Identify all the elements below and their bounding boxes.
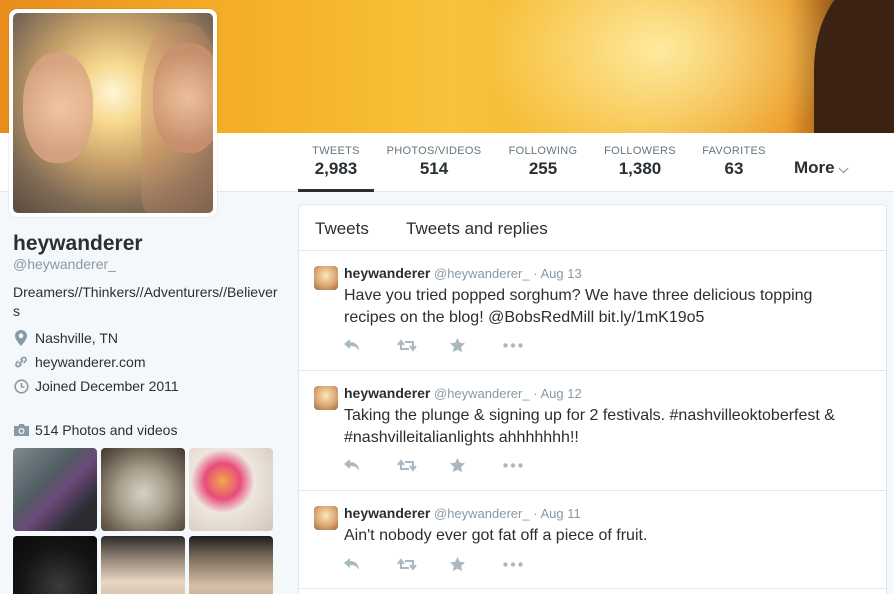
photo-thumbnail[interactable] [13,536,97,594]
avatar-person-right [153,43,213,153]
profile-handle[interactable]: @heywanderer_ [13,256,116,272]
stat-label: TWEETS [312,145,360,157]
star-icon[interactable] [450,336,503,354]
more-label: More [794,158,835,177]
tweet-timestamp[interactable]: Aug 13 [540,266,581,281]
more-menu-button[interactable]: More ⌵ [794,158,848,178]
tweet-header: heywanderer @heywanderer_ · Aug 12 [344,385,582,401]
avatar-person-left [23,53,93,163]
profile-website[interactable]: heywanderer.com [13,354,146,370]
profile-name[interactable]: heywanderer [13,232,143,256]
stream-tabs: Tweets Tweets and replies [299,205,886,251]
star-icon[interactable] [450,555,503,573]
tweet-timestamp[interactable]: Aug 11 [540,506,580,521]
tweet-separator: · [533,266,538,281]
nav-stat-following[interactable]: FOLLOWING 255 [506,133,580,192]
photo-thumbnail[interactable] [101,536,185,594]
stat-value: 255 [528,159,558,178]
retweet-icon[interactable] [397,336,450,354]
stat-label: PHOTOS/VIDEOS [386,145,482,157]
website-link[interactable]: heywanderer.com [35,354,146,370]
tweet-avatar[interactable] [314,386,338,410]
tweet-separator: · [533,386,538,401]
tweet-author-name[interactable]: heywanderer [344,265,430,281]
profile-location: Nashville, TN [13,330,118,346]
stat-label: FAVORITES [702,145,766,157]
tweet-stream: Tweets Tweets and replies heywanderer @h… [298,204,887,594]
tweet-avatar[interactable] [314,506,338,530]
reply-icon[interactable] [344,456,397,474]
banner-silhouette [814,0,894,133]
tweet-author-handle[interactable]: @heywanderer_ [434,506,530,521]
avatar-photo [13,13,213,213]
stat-value: 1,380 [618,159,662,178]
tweet-actions [344,456,556,474]
photos-videos-label[interactable]: 514 Photos and videos [35,422,177,438]
link-icon [13,354,29,370]
tweet-separator: · [533,506,538,521]
nav-stat-followers[interactable]: FOLLOWERS 1,380 [603,133,677,192]
stat-value: 514 [419,159,449,178]
more-dots-icon[interactable] [503,555,556,573]
tweet-timestamp[interactable]: Aug 12 [540,386,581,401]
tweet-text: Have you tried popped sorghum? We have t… [344,287,813,326]
stat-value: 2,983 [314,159,358,178]
tweet[interactable]: heywanderer @heywanderer_ · Aug 12 Takin… [299,371,886,491]
nav-stat-photos-videos[interactable]: PHOTOS/VIDEOS 514 [386,133,482,192]
reply-icon[interactable] [344,555,397,573]
camera-icon [13,423,30,437]
profile-bio: Dreamers//Thinkers//Adventurers//Believe… [13,284,278,319]
joined-text: Joined December 2011 [35,378,179,394]
tweet-header: heywanderer @heywanderer_ · Aug 11 [344,505,581,521]
photo-thumbnail[interactable] [101,448,185,531]
photo-thumbnail[interactable] [189,448,273,531]
more-dots-icon[interactable] [503,456,556,474]
tweet-header: heywanderer @heywanderer_ · Aug 13 [344,265,582,281]
tweet-avatar[interactable] [314,266,338,290]
tweet-author-name[interactable]: heywanderer [344,505,430,521]
star-icon[interactable] [450,456,503,474]
tweet-author-name[interactable]: heywanderer [344,385,430,401]
retweet-icon[interactable] [397,456,450,474]
tweet-actions [344,555,556,573]
banner-sun-glow [480,0,840,133]
tweet-text: Ain't nobody ever got fat off a piece of… [344,527,648,544]
tweet-text: Taking the plunge & signing up for 2 fes… [344,407,835,446]
stat-label: FOLLOWERS [604,145,676,157]
stat-label: FOLLOWING [508,145,578,157]
photo-thumbnail[interactable] [189,536,273,594]
tweet-author-handle[interactable]: @heywanderer_ [434,386,530,401]
nav-stat-tweets[interactable]: TWEETS 2,983 [298,133,374,192]
clock-icon [13,378,29,394]
tweet-author-handle[interactable]: @heywanderer_ [434,266,530,281]
photo-thumbnail[interactable] [13,448,97,531]
tweet[interactable]: heywanderer @heywanderer_ · Aug 11 Ain't… [299,491,886,589]
retweet-icon[interactable] [397,555,450,573]
profile-avatar[interactable] [9,9,217,217]
profile-joined: Joined December 2011 [13,378,179,394]
chevron-down-icon: ⌵ [838,161,849,176]
tab-tweets-and-replies[interactable]: Tweets and replies [406,219,548,239]
location-text: Nashville, TN [35,330,118,346]
reply-icon[interactable] [344,336,397,354]
tweet-actions [344,336,556,354]
stat-value: 63 [724,159,744,178]
photos-videos-link[interactable]: 514 Photos and videos [13,422,177,438]
tab-tweets[interactable]: Tweets [315,219,369,239]
nav-stat-favorites[interactable]: FAVORITES 63 [700,133,768,192]
tweet[interactable]: heywanderer @heywanderer_ · Aug 13 Have … [299,251,886,371]
more-dots-icon[interactable] [503,336,556,354]
map-pin-icon [13,330,29,346]
